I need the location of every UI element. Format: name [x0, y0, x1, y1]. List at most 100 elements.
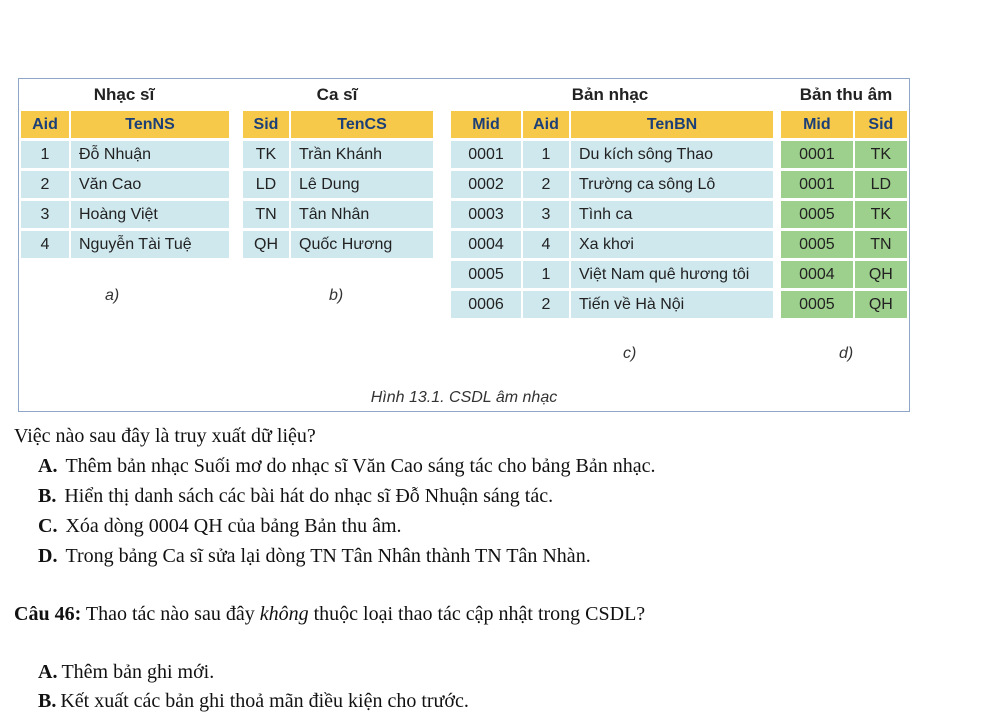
table-header-row: Mid Sid: [781, 111, 909, 138]
table-row: 0001 LD: [781, 171, 909, 198]
table-cell: TK: [854, 141, 909, 168]
table-cell: QH: [854, 291, 909, 318]
column-header: Aid: [523, 111, 571, 138]
table-cell: 0002: [451, 171, 523, 198]
table-cell: 0003: [451, 201, 523, 228]
column-header: TenBN: [571, 111, 775, 138]
table-row: 0006 2 Tiến về Hà Nội: [451, 291, 775, 318]
table-cell: 1: [523, 261, 571, 288]
option-letter: D.: [38, 545, 58, 567]
table-cell: Tình ca: [571, 201, 775, 228]
table-row: 3 Hoàng Việt: [21, 201, 231, 228]
table-ca-si: Sid TenCS TK Trần Khánh LD Lê Dung TN Tân Nhân Q…: [243, 108, 435, 261]
option-letter: C.: [38, 515, 58, 537]
table-ban-thu-am: Mid Sid 0001 TK 0001 LD 0005 TK 0005 TN 0004 QH 0005…: [781, 108, 909, 321]
figure-caption: Hình 13.1. CSDL âm nhạc: [370, 389, 558, 406]
question-46-label: Câu 46:: [14, 603, 82, 625]
table-cell: 0005: [781, 201, 855, 228]
option-text: Hiển thị danh sách các bài hát do nhạc s…: [64, 485, 554, 507]
option-text: Trong bảng Ca sĩ sửa lại dòng TN Tân Nhâ…: [65, 545, 591, 567]
table-cell: 0004: [781, 261, 855, 288]
table-cell: 3: [523, 201, 571, 228]
q45-option-b: B. Hiển thị danh sách các bài hát do nhạc…: [38, 484, 553, 508]
label-a: a): [105, 287, 120, 304]
table-row: 0003 3 Tình ca: [451, 201, 775, 228]
table-row: 2 Văn Cao: [21, 171, 231, 198]
table-row: 0005 QH: [781, 291, 909, 318]
table-cell: 2: [523, 291, 571, 318]
table-cell: 0005: [781, 291, 855, 318]
title-ban-nhac: Bản nhạc: [571, 85, 649, 104]
column-header: Aid: [21, 111, 71, 138]
question-45-stem: Việc nào sau đây là truy xuất dữ liệu?: [14, 425, 316, 447]
table-row: 0005 1 Việt Nam quê hương tôi: [451, 261, 775, 288]
table-cell: 0001: [781, 171, 855, 198]
table-cell: 0006: [451, 291, 523, 318]
column-header: Mid: [781, 111, 855, 138]
table-cell: QH: [854, 261, 909, 288]
option-letter: A.: [38, 661, 58, 683]
table-cell: 3: [21, 201, 71, 228]
column-header: Sid: [854, 111, 909, 138]
table-cell: TN: [854, 231, 909, 258]
column-header: TenCS: [291, 111, 435, 138]
option-text: Kết xuất các bản ghi thoả mãn điều kiện …: [60, 690, 469, 712]
table-header-row: Mid Aid TenBN: [451, 111, 775, 138]
title-ca-si: Ca sĩ: [316, 85, 358, 104]
label-c: c): [623, 345, 637, 362]
column-header: Mid: [451, 111, 523, 138]
table-row: 0005 TK: [781, 201, 909, 228]
table-nhac-si: Aid TenNS 1 Đỗ Nhuận 2 Văn Cao 3 Hoàng Việt 4 Ngu…: [21, 108, 231, 261]
table-cell: 0001: [781, 141, 855, 168]
table-cell: Văn Cao: [71, 171, 231, 198]
table-row: LD Lê Dung: [243, 171, 435, 198]
table-row: 0005 TN: [781, 231, 909, 258]
stem-part: thuộc loại thao tác cập nhật trong CSDL?: [313, 603, 646, 625]
table-cell: 0004: [451, 231, 523, 258]
table-row: TK Trần Khánh: [243, 141, 435, 168]
table-row: 0002 2 Trường ca sông Lô: [451, 171, 775, 198]
table-cell: 0005: [451, 261, 523, 288]
figure-csdl-am-nhac: Nhạc sĩ Ca sĩ Bản nhạc Bản thu âm Aid Ten…: [18, 78, 910, 412]
table-cell: 1: [523, 141, 571, 168]
table-cell: 1: [21, 141, 71, 168]
table-cell: Nguyễn Tài Tuệ: [71, 231, 231, 258]
option-letter: B.: [38, 485, 57, 507]
option-text: Thêm bản nhạc Suối mơ do nhạc sĩ Văn Cao…: [65, 455, 656, 477]
q46-option-a: A. Thêm bản ghi mới.: [38, 660, 214, 684]
stem-part: Thao tác nào sau đây: [85, 603, 255, 625]
title-nhac-si: Nhạc sĩ: [93, 85, 155, 104]
table-row: TN Tân Nhân: [243, 201, 435, 228]
option-text: Thêm bản ghi mới.: [61, 661, 215, 683]
stem-emphasis: không: [259, 603, 309, 625]
q45-option-a: A. Thêm bản nhạc Suối mơ do nhạc sĩ Văn C…: [38, 454, 656, 478]
table-cell: Hoàng Việt: [71, 201, 231, 228]
table-row: 0004 QH: [781, 261, 909, 288]
table-cell: Quốc Hương: [291, 231, 435, 258]
table-row: 0004 4 Xa khơi: [451, 231, 775, 258]
table-cell: Lê Dung: [291, 171, 435, 198]
table-cell: 2: [523, 171, 571, 198]
title-ban-thu-am: Bản thu âm: [799, 85, 893, 104]
option-letter: A.: [38, 455, 58, 477]
q46-option-b: B. Kết xuất các bản ghi thoả mãn điều kiệ…: [38, 689, 469, 713]
table-header-row: Sid TenCS: [243, 111, 435, 138]
option-text: Xóa dòng 0004 QH của bảng Bản thu âm.: [65, 515, 402, 537]
label-d: d): [839, 345, 854, 362]
table-cell: Xa khơi: [571, 231, 775, 258]
table-cell: 0001: [451, 141, 523, 168]
question-46-stem: Câu 46: Thao tác nào sau đây không thuộc…: [14, 602, 645, 626]
column-header: TenNS: [71, 111, 231, 138]
table-cell: LD: [243, 171, 291, 198]
table-header-row: Aid TenNS: [21, 111, 231, 138]
table-cell: Đỗ Nhuận: [71, 141, 231, 168]
table-cell: Du kích sông Thao: [571, 141, 775, 168]
table-row: QH Quốc Hương: [243, 231, 435, 258]
table-row: 0001 1 Du kích sông Thao: [451, 141, 775, 168]
table-cell: Tân Nhân: [291, 201, 435, 228]
table-cell: Tiến về Hà Nội: [571, 291, 775, 318]
table-row: 4 Nguyễn Tài Tuệ: [21, 231, 231, 258]
q45-option-d: D. Trong bảng Ca sĩ sửa lại dòng TN Tân N…: [38, 544, 591, 568]
column-header: Sid: [243, 111, 291, 138]
table-cell: QH: [243, 231, 291, 258]
